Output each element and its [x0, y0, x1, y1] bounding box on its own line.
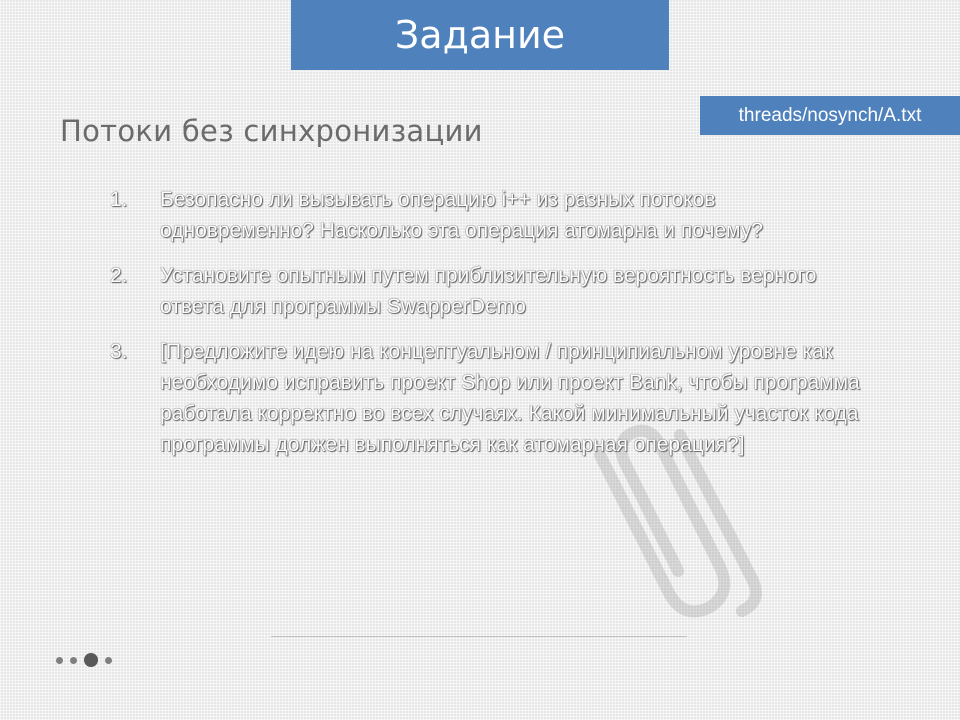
task-number: 3.	[110, 340, 128, 363]
task-list: 1. Безопасно ли вызывать операцию i++ из…	[110, 184, 860, 474]
slide-title: Задание	[394, 13, 566, 57]
nav-dot-current-icon	[84, 653, 98, 667]
task-text: Установите опытным путем приблизительную…	[160, 264, 817, 318]
task-text: Безопасно ли вызывать операцию i++ из ра…	[160, 188, 763, 242]
file-path-label: threads/nosynch/A.txt	[738, 104, 922, 126]
task-item: 1. Безопасно ли вызывать операцию i++ из…	[110, 184, 860, 246]
slide-subtitle: Потоки без синхронизации	[60, 114, 483, 148]
nav-dot-icon	[56, 656, 63, 664]
file-path-badge: threads/nosynch/A.txt	[700, 96, 960, 135]
nav-dot-icon	[70, 656, 77, 664]
footer-divider	[271, 636, 687, 637]
task-item: 3. [Предложите идею на концептуальном / …	[110, 336, 860, 460]
task-text: [Предложите идею на концептуальном / при…	[160, 340, 860, 456]
slide-nav-dots	[56, 652, 126, 668]
task-number: 2.	[110, 264, 128, 287]
task-item: 2. Установите опытным путем приблизитель…	[110, 260, 860, 322]
task-number: 1.	[110, 188, 128, 211]
nav-dot-icon	[105, 656, 112, 664]
slide-title-banner: Задание	[291, 0, 669, 70]
